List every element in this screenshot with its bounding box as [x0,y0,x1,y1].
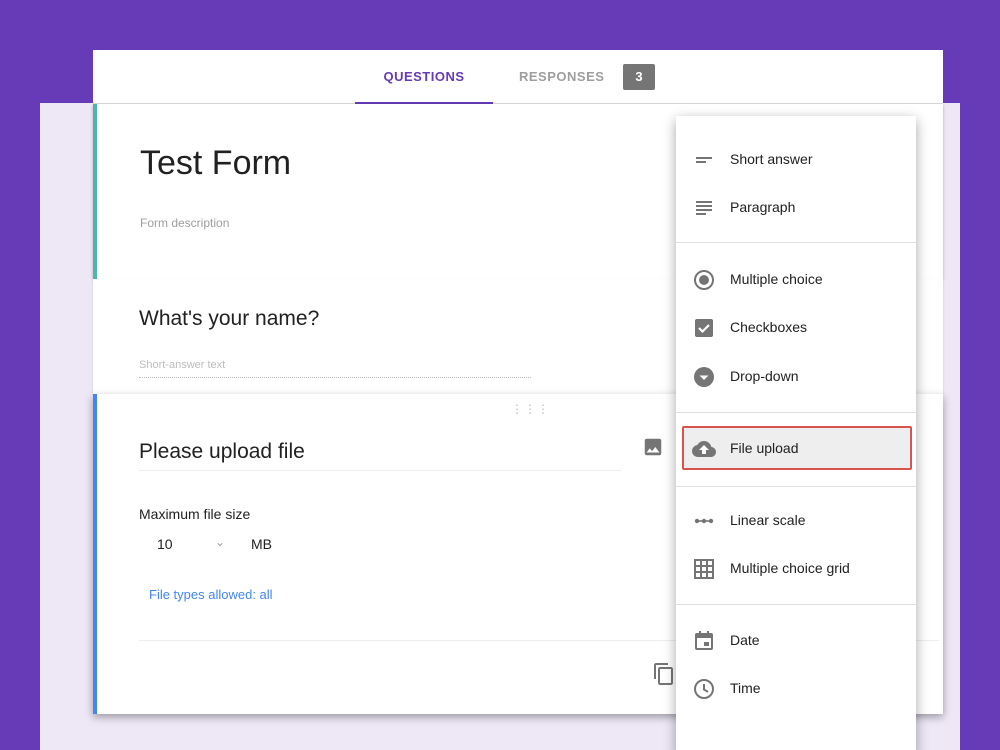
menu-item-checkboxes[interactable]: Checkboxes [676,308,916,348]
tab-questions[interactable]: QUESTIONS [355,50,493,105]
menu-item-label: Date [730,632,760,648]
menu-item-label: Paragraph [730,199,796,215]
form-description-field[interactable]: Form description [140,216,229,230]
dropdown-icon [694,367,714,387]
drag-handle-icon[interactable]: ⋮⋮⋮ [511,402,550,416]
menu-item-label: Short answer [730,151,813,167]
checkbox-icon [695,319,713,337]
responses-count-badge: 3 [623,64,655,90]
menu-item-file-upload[interactable]: File upload [682,426,912,470]
chevron-down-icon[interactable]: ⌄ [215,535,225,549]
menu-separator [676,604,916,605]
duplicate-icon[interactable] [652,662,676,686]
question-title-input[interactable]: Please upload file [139,440,621,471]
menu-item-label: Linear scale [730,512,806,528]
calendar-icon [695,631,713,650]
paragraph-icon [696,201,712,215]
tab-bar: QUESTIONS RESPONSES 3 [93,50,943,105]
question-type-menu: Short answer Paragraph Multiple choice C… [676,116,916,750]
menu-item-label: Checkboxes [730,319,808,335]
max-file-size-select[interactable]: 10 [157,536,173,552]
menu-item-date[interactable]: Date [676,621,916,661]
menu-separator [676,486,916,487]
file-size-unit: MB [251,536,272,552]
menu-item-drop-down[interactable]: Drop-down [676,357,916,397]
linear-scale-icon [694,518,714,524]
menu-item-time[interactable]: Time [676,669,916,709]
grid-icon [694,559,714,579]
short-answer-placeholder: Short-answer text [139,359,531,378]
form-title[interactable]: Test Form [140,144,291,183]
radio-icon [694,270,714,290]
menu-item-label: Time [730,680,761,696]
cloud-upload-icon [692,441,716,457]
menu-item-label: Drop-down [730,368,799,384]
menu-item-linear-scale[interactable]: Linear scale [676,501,916,541]
file-types-link[interactable]: File types allowed: all [149,587,273,602]
menu-item-multiple-choice-grid[interactable]: Multiple choice grid [676,549,916,589]
menu-item-short-answer[interactable]: Short answer [676,140,916,180]
short-answer-icon [696,157,712,163]
question-title: What's your name? [139,307,320,330]
menu-separator [676,242,916,243]
menu-item-multiple-choice[interactable]: Multiple choice [676,260,916,300]
menu-item-paragraph[interactable]: Paragraph [676,188,916,228]
menu-item-label: Multiple choice grid [730,560,850,576]
image-icon[interactable] [642,436,664,458]
max-file-size-label: Maximum file size [139,506,251,522]
menu-item-label: File upload [730,440,799,456]
menu-item-label: Multiple choice [730,271,823,287]
menu-separator [676,412,916,413]
clock-icon [694,679,714,699]
